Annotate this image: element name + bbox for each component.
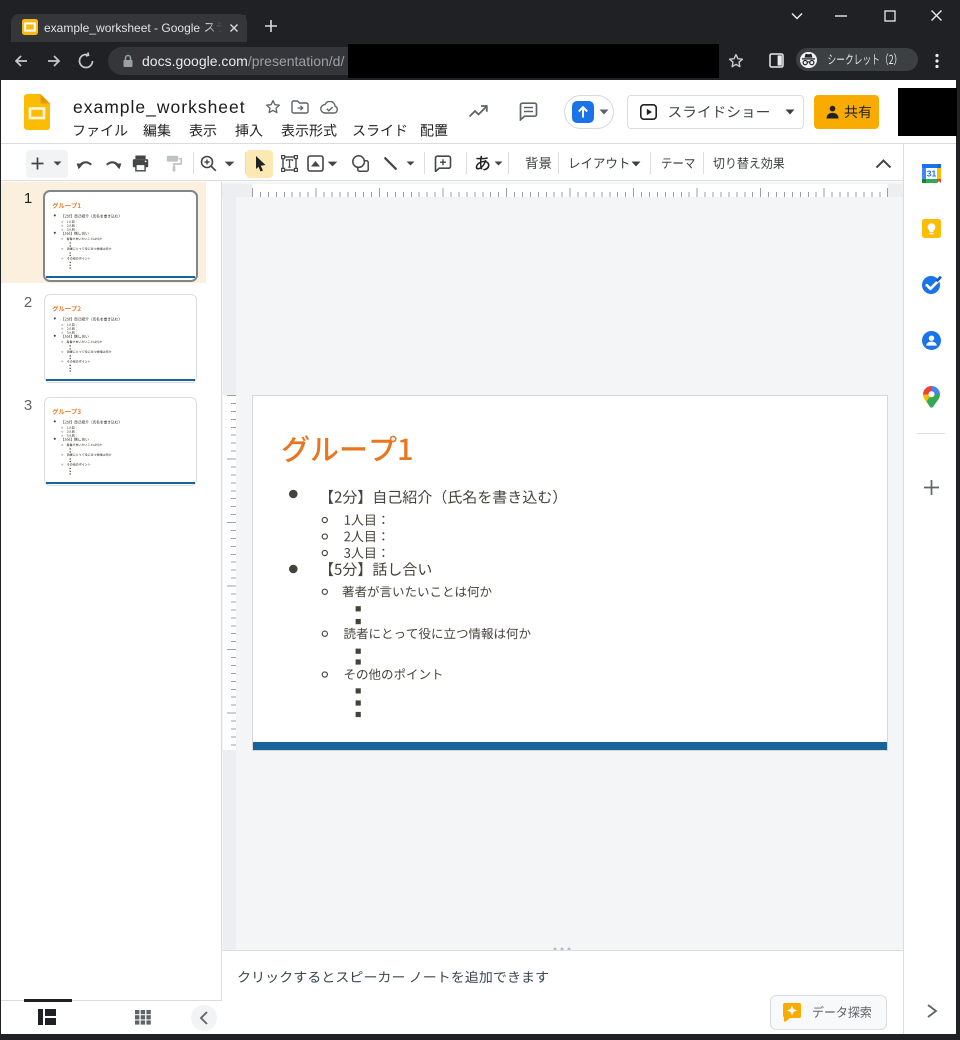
svg-text:31: 31 [927,169,937,179]
